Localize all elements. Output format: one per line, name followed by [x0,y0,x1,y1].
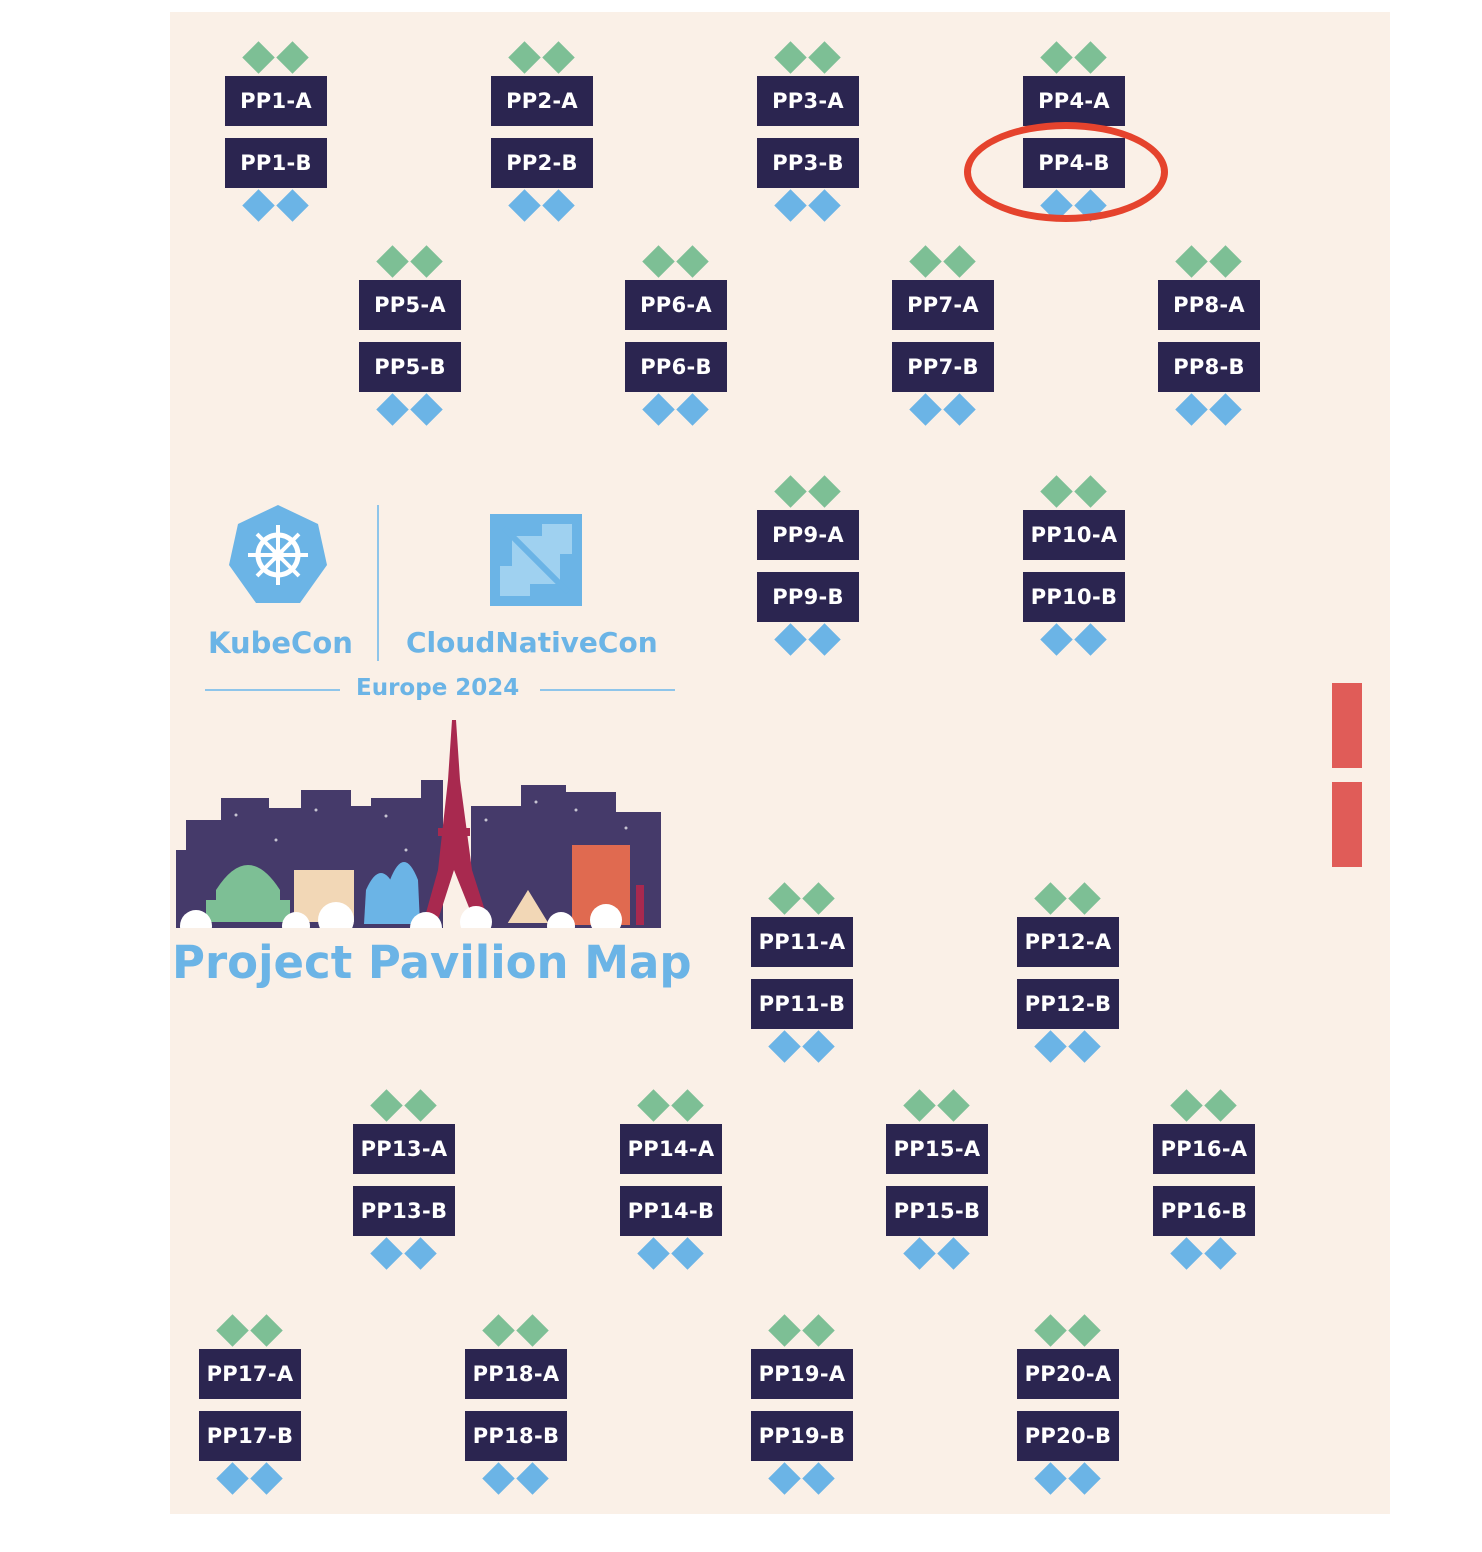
booth-pp10-a[interactable]: PP10-A [1023,510,1125,560]
booth-pp14-b[interactable]: PP14-B [620,1186,722,1236]
side-marker-bottom [1332,782,1362,867]
booth-pp7-a[interactable]: PP7-A [892,280,994,330]
booth-pp13-b[interactable]: PP13-B [353,1186,455,1236]
kubecon-logo-icon [229,505,327,603]
booth-pp1-a[interactable]: PP1-A [225,76,327,126]
booth-pp15-a[interactable]: PP15-A [886,1124,988,1174]
booth-pp18-a[interactable]: PP18-A [465,1349,567,1399]
booth-pp17-a[interactable]: PP17-A [199,1349,301,1399]
booth-pp8-b[interactable]: PP8-B [1158,342,1260,392]
paris-skyline-illustration [176,720,661,928]
booth-pp13-a[interactable]: PP13-A [353,1124,455,1174]
booth-pp7-b[interactable]: PP7-B [892,342,994,392]
logo-divider [377,505,379,661]
side-marker-top [1332,683,1362,768]
booth-pp10-b[interactable]: PP10-B [1023,572,1125,622]
booth-pp5-b[interactable]: PP5-B [359,342,461,392]
booth-pp8-a[interactable]: PP8-A [1158,280,1260,330]
event-label: Europe 2024 [356,675,520,701]
event-line-right [540,689,675,691]
booth-pp3-b[interactable]: PP3-B [757,138,859,188]
booth-pp19-a[interactable]: PP19-A [751,1349,853,1399]
highlight-ring [964,122,1168,222]
booth-pp11-a[interactable]: PP11-A [751,917,853,967]
booth-pp11-b[interactable]: PP11-B [751,979,853,1029]
event-line-left [205,689,340,691]
booth-pp18-b[interactable]: PP18-B [465,1411,567,1461]
cloudnativecon-logo-icon [490,514,582,606]
booth-pp6-b[interactable]: PP6-B [625,342,727,392]
booth-pp9-a[interactable]: PP9-A [757,510,859,560]
cloudnativecon-label: CloudNativeCon [406,626,658,659]
kubecon-label: KubeCon [208,626,353,660]
booth-pp6-a[interactable]: PP6-A [625,280,727,330]
booth-pp19-b[interactable]: PP19-B [751,1411,853,1461]
booth-pp4-a[interactable]: PP4-A [1023,76,1125,126]
booth-pp2-b[interactable]: PP2-B [491,138,593,188]
booth-pp9-b[interactable]: PP9-B [757,572,859,622]
booth-pp16-b[interactable]: PP16-B [1153,1186,1255,1236]
booth-pp20-a[interactable]: PP20-A [1017,1349,1119,1399]
map-title: Project Pavilion Map [172,936,692,989]
booth-pp1-b[interactable]: PP1-B [225,138,327,188]
booth-pp16-a[interactable]: PP16-A [1153,1124,1255,1174]
booth-pp12-a[interactable]: PP12-A [1017,917,1119,967]
booth-pp15-b[interactable]: PP15-B [886,1186,988,1236]
booth-pp14-a[interactable]: PP14-A [620,1124,722,1174]
booth-pp20-b[interactable]: PP20-B [1017,1411,1119,1461]
booth-pp5-a[interactable]: PP5-A [359,280,461,330]
booth-pp3-a[interactable]: PP3-A [757,76,859,126]
booth-pp2-a[interactable]: PP2-A [491,76,593,126]
booth-pp17-b[interactable]: PP17-B [199,1411,301,1461]
booth-pp12-b[interactable]: PP12-B [1017,979,1119,1029]
